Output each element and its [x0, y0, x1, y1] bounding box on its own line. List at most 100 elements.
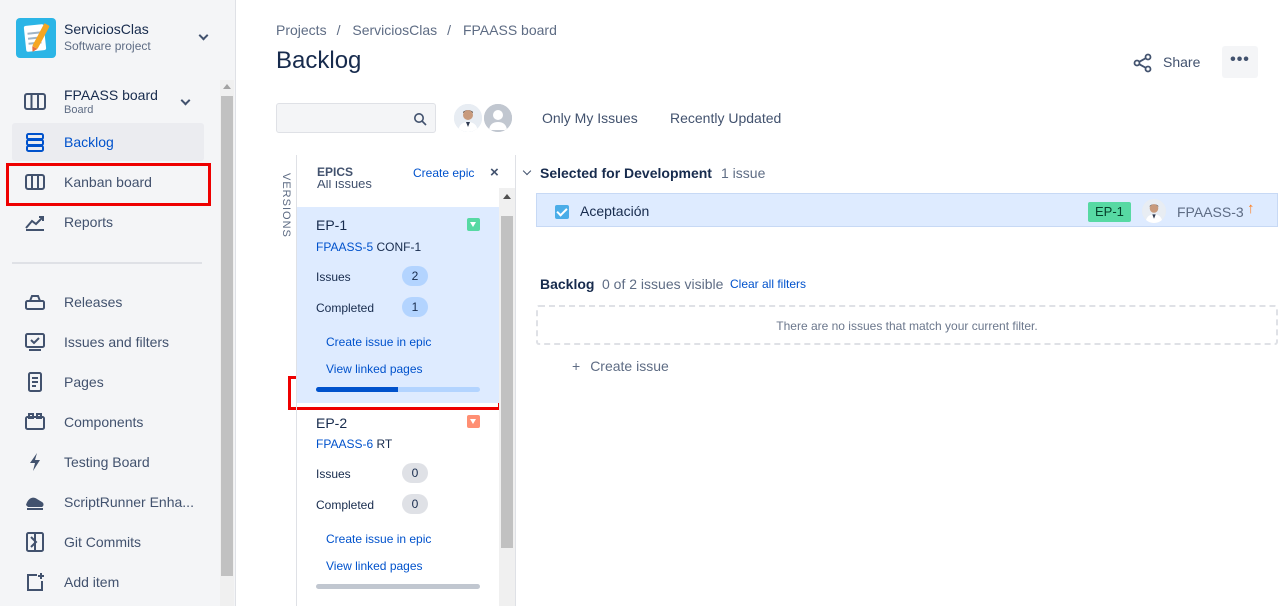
board-icon [24, 93, 46, 110]
sidebar-item-scriptrunner[interactable]: ScriptRunner Enha... [12, 483, 204, 521]
epic-key[interactable]: FPAASS-6 RT [316, 437, 392, 451]
epics-heading: EPICS [317, 165, 354, 179]
share-label: Share [1163, 54, 1201, 70]
sidebar-item-components[interactable]: Components [12, 403, 204, 441]
sidebar: ServiciosClas Software project FPAASS bo… [0, 0, 236, 606]
reports-icon [25, 216, 44, 231]
breadcrumb-board[interactable]: FPAASS board [463, 22, 557, 38]
epic-key-text[interactable]: FPAASS-6 [316, 437, 373, 451]
git-commits-icon [26, 532, 44, 552]
sidebar-item-label: Pages [64, 374, 104, 390]
sidebar-item-label: Backlog [64, 134, 114, 150]
create-issue-button[interactable]: + Create issue [572, 358, 669, 374]
scrollbar-thumb[interactable] [501, 216, 513, 548]
board-name: FPAASS board [64, 87, 158, 103]
more-actions-button[interactable]: ••• [1222, 46, 1258, 78]
sidebar-item-label: Reports [64, 214, 114, 230]
breadcrumb-project[interactable]: ServiciosClas [352, 22, 437, 38]
epic-completed-label: Completed [316, 301, 375, 315]
sidebar-item-label: Components [64, 414, 144, 430]
sidebar-item-reports[interactable]: Reports [12, 203, 204, 241]
epic-key[interactable]: FPAASS-5 CONF-1 [316, 240, 421, 254]
issue-key[interactable]: FPAASS-3 [1177, 204, 1244, 220]
search-input[interactable] [276, 103, 436, 133]
project-switcher[interactable]: ServiciosClas Software project [16, 18, 216, 58]
sidebar-item-backlog[interactable]: Backlog [12, 123, 204, 161]
sidebar-divider [12, 262, 202, 264]
sidebar-item-label: ScriptRunner Enha... [64, 494, 194, 510]
epic-progress-bar [316, 387, 480, 392]
plus-icon: + [572, 358, 581, 374]
person-avatar-icon [1142, 199, 1166, 223]
board-type: Board [64, 104, 94, 116]
sidebar-item-releases[interactable]: Releases [12, 283, 204, 321]
epic-card[interactable]: EP-1 FPAASS-5 CONF-1 Issues 2 Completed … [297, 207, 499, 403]
priority-high-icon: ↑ [1247, 200, 1255, 217]
issue-row[interactable]: Aceptación EP-1 FPAASS-3 ↑ [536, 193, 1278, 227]
epic-completed-count: 1 [402, 297, 428, 317]
create-epic-link[interactable]: Create epic [413, 166, 474, 180]
epic-summary: RT [376, 437, 393, 451]
project-type: Software project [64, 39, 151, 53]
epic-card[interactable]: EP-2 FPAASS-6 RT Issues 0 Completed 0 Cr… [297, 405, 499, 606]
create-issue-in-epic-link[interactable]: Create issue in epic [326, 532, 431, 546]
sprint-issue-count: 1 issue [721, 165, 766, 181]
unassigned-avatar[interactable] [482, 102, 514, 134]
sidebar-item-label: Releases [64, 294, 123, 310]
create-issue-in-epic-link[interactable]: Create issue in epic [326, 335, 431, 349]
chevron-down-icon[interactable] [467, 218, 480, 231]
quick-filter-recently-updated[interactable]: Recently Updated [670, 110, 781, 126]
sidebar-item-label: Issues and filters [64, 334, 170, 350]
scroll-up-arrow-icon[interactable] [223, 84, 231, 89]
share-button[interactable]: Share [1124, 47, 1208, 77]
more-icon: ••• [1230, 51, 1250, 68]
sidebar-item-git-commits[interactable]: Git Commits [12, 523, 204, 561]
search-icon [414, 113, 427, 126]
clear-all-filters-link[interactable]: Clear all filters [730, 277, 806, 291]
sidebar-item-issues-and-filters[interactable]: Issues and filters [12, 323, 204, 361]
epic-progress-fill [316, 387, 398, 392]
epic-issues-count: 0 [402, 463, 428, 483]
backlog-icon [26, 133, 44, 152]
epics-panel: EPICS All issues Create epic × EP-1 FPAA… [296, 155, 516, 606]
sidebar-scrollbar[interactable] [220, 80, 234, 606]
view-linked-pages-link[interactable]: View linked pages [326, 559, 423, 573]
epic-summary: CONF-1 [376, 240, 422, 254]
person-avatar-icon [454, 104, 482, 132]
all-issues-item[interactable]: All issues [317, 180, 372, 192]
epic-lozenge: EP-1 [1088, 202, 1131, 222]
issue-summary: Aceptación [580, 203, 650, 219]
close-icon[interactable]: × [490, 164, 499, 181]
chevron-down-icon[interactable] [522, 166, 532, 176]
scrollbar-thumb[interactable] [221, 96, 233, 576]
breadcrumb-projects[interactable]: Projects [276, 22, 327, 38]
epic-issues-label: Issues [316, 270, 351, 284]
epic-completed-label: Completed [316, 498, 375, 512]
assignee-avatar [1142, 199, 1166, 223]
page-title: Backlog [276, 47, 362, 74]
epic-progress-bar [316, 584, 480, 589]
chevron-down-icon[interactable] [198, 30, 209, 41]
sidebar-item-pages[interactable]: Pages [12, 363, 204, 401]
backlog-issue-count: 0 of 2 issues visible [602, 276, 724, 292]
epic-name: EP-2 [316, 415, 348, 431]
scroll-up-arrow-icon[interactable] [503, 194, 511, 199]
pages-icon [28, 372, 42, 392]
quick-filter-only-my-issues[interactable]: Only My Issues [542, 110, 638, 126]
board-switcher[interactable]: FPAASS board Board [24, 86, 204, 120]
versions-tab[interactable]: VERSIONS [276, 155, 296, 606]
sidebar-item-testing-board[interactable]: Testing Board [12, 443, 204, 481]
chevron-down-icon[interactable] [467, 415, 480, 428]
chevron-down-icon[interactable] [180, 95, 191, 106]
epic-name: EP-1 [316, 217, 348, 233]
versions-label: VERSIONS [280, 173, 292, 238]
sidebar-item-label: Git Commits [64, 534, 141, 550]
user-avatar[interactable] [452, 102, 484, 134]
view-linked-pages-link[interactable]: View linked pages [326, 362, 423, 376]
sidebar-item-label: Testing Board [64, 454, 150, 470]
epic-issues-label: Issues [316, 467, 351, 481]
user-placeholder-icon [484, 104, 512, 132]
epic-key-text[interactable]: FPAASS-5 [316, 240, 373, 254]
epics-scrollbar[interactable] [499, 188, 515, 606]
sidebar-item-add-item[interactable]: Add item [12, 563, 204, 601]
